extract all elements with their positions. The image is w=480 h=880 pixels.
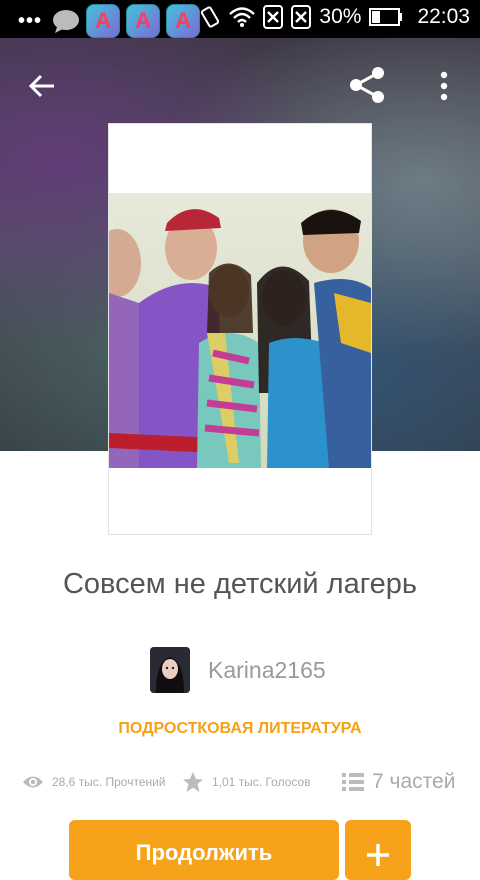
no-sim-icon <box>263 5 284 29</box>
parts-stat[interactable]: 7 частей <box>342 766 455 798</box>
cover-image <box>109 193 371 468</box>
arrow-left-icon <box>28 74 54 98</box>
overflow-dots: ••• <box>18 9 43 32</box>
story-stats: 28,6 тыс. Прочтений 1,01 тыс. Голосов 7 … <box>22 766 472 798</box>
star-icon <box>183 772 203 792</box>
genre-link[interactable]: ПОДРОСТКОВАЯ ЛИТЕРАТУРА <box>0 720 480 738</box>
book-cover[interactable] <box>108 123 372 535</box>
vibrate-icon <box>201 6 220 28</box>
wifi-icon <box>229 7 256 27</box>
author-row[interactable]: Karina2165 <box>150 646 326 694</box>
share-button[interactable] <box>342 60 392 110</box>
add-to-library-button[interactable]: + <box>345 820 411 880</box>
battery-percent: 30% <box>319 5 362 28</box>
chat-icon <box>53 10 80 33</box>
votes-stat: 1,01 тыс. Голосов <box>182 766 311 798</box>
app-notification-icon: A <box>166 4 201 38</box>
continue-label: Продолжить <box>135 840 273 865</box>
avatar[interactable] <box>150 647 190 693</box>
author-name[interactable]: Karina2165 <box>208 657 326 684</box>
status-bar: ••• A A A 30% 22:03 <box>0 0 480 38</box>
no-sim-icon <box>291 5 312 29</box>
more-options-button[interactable] <box>424 62 464 110</box>
reads-count: 28,6 тыс. Прочтений <box>52 775 166 789</box>
app-notification-icon: A <box>126 4 161 38</box>
back-button[interactable] <box>18 62 66 110</box>
app-notification-icon: A <box>86 4 121 38</box>
battery-icon <box>369 8 403 26</box>
list-icon <box>342 773 364 791</box>
continue-reading-button[interactable]: Продолжить <box>69 820 339 880</box>
plus-icon <box>367 844 389 866</box>
reads-stat: 28,6 тыс. Прочтений <box>22 766 166 798</box>
story-title: Совсем не детский лагерь <box>62 568 418 600</box>
votes-count: 1,01 тыс. Голосов <box>212 775 311 789</box>
clock: 22:03 <box>417 5 470 28</box>
parts-count[interactable]: 7 частей <box>372 770 455 794</box>
eye-icon <box>23 776 43 788</box>
more-vertical-icon <box>440 71 448 101</box>
share-icon <box>350 67 384 103</box>
